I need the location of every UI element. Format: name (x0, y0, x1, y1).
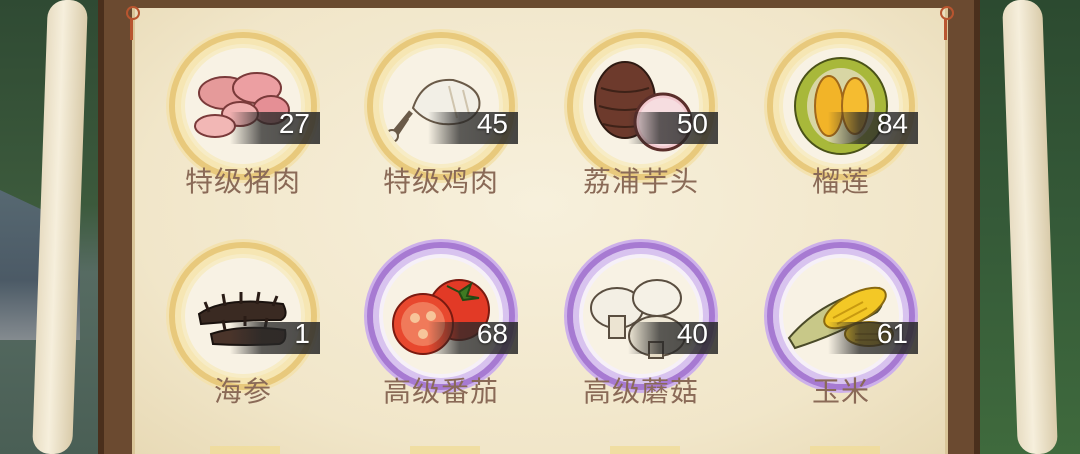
item-badge (367, 32, 515, 180)
item-name: 荔浦芋头 (582, 165, 699, 198)
ingredient-item-mushroom[interactable]: 40 高级蘑菇 (556, 210, 726, 410)
item-badge (767, 32, 915, 180)
durian-icon (794, 57, 888, 155)
corn-icon (787, 286, 894, 350)
tomato-icon (392, 279, 490, 355)
item-count: 40 (676, 318, 708, 349)
item-badge (169, 242, 317, 390)
chicken-icon (385, 78, 481, 144)
item-count: 68 (476, 318, 508, 349)
item-badge (169, 32, 317, 180)
item-name: 玉米 (811, 375, 870, 408)
item-name: 高级番茄 (382, 375, 499, 408)
item-count: 61 (876, 318, 908, 349)
item-name: 高级蘑菇 (582, 375, 699, 408)
ingredient-item-corn[interactable]: 61 玉米 (756, 210, 926, 410)
item-badge (367, 242, 515, 390)
next-row-peek (170, 446, 920, 454)
ingredient-item-chicken[interactable]: 45 特级鸡肉 (356, 0, 526, 200)
item-count: 27 (278, 108, 310, 139)
tassel-left (120, 0, 142, 40)
item-count: 45 (476, 108, 508, 139)
item-name: 特级猪肉 (184, 165, 301, 198)
taro-icon (594, 61, 693, 152)
pork-icon (194, 72, 290, 138)
ingredient-item-tomato[interactable]: 68 高级番茄 (356, 210, 526, 410)
sea-cucumber-icon (197, 291, 287, 346)
item-badge (567, 32, 715, 180)
mushroom-icon (590, 279, 686, 359)
item-badge (567, 242, 715, 390)
item-badge (767, 242, 915, 390)
item-count: 84 (876, 108, 908, 139)
ingredient-item-sea-cucumber[interactable]: 1 海参 (158, 210, 328, 410)
item-count: 1 (294, 318, 310, 349)
item-name: 特级鸡肉 (382, 165, 499, 198)
ingredient-item-durian[interactable]: 84 榴莲 (756, 0, 926, 200)
item-name: 榴莲 (811, 165, 870, 198)
ingredient-item-taro[interactable]: 50 荔浦芋头 (556, 0, 726, 200)
item-count: 50 (676, 108, 708, 139)
ingredient-item-pork[interactable]: 27 特级猪肉 (158, 0, 328, 200)
item-name: 海参 (213, 375, 272, 408)
tassel-right (934, 0, 956, 40)
